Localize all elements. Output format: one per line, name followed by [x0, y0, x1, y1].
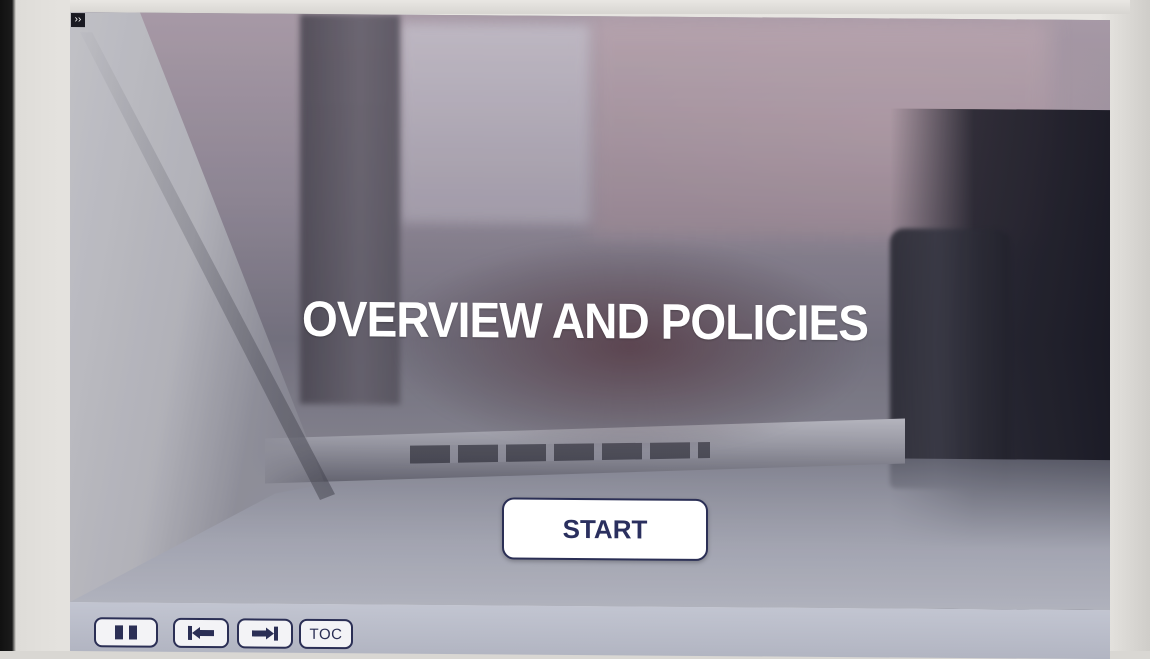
toc-button-label: TOC — [309, 625, 343, 643]
menu-toggle-button[interactable]: ›› — [71, 13, 85, 28]
player-control-bar: TOC — [70, 602, 1110, 659]
pause-icon — [115, 625, 137, 640]
skip-back-icon — [188, 625, 214, 640]
skip-forward-icon — [252, 626, 278, 641]
pause-button[interactable] — [94, 617, 158, 648]
start-button[interactable]: START — [502, 497, 708, 562]
double-chevron-right-icon: ›› — [74, 14, 82, 26]
monitor-bezel — [70, 0, 1130, 14]
slide-title: OVERVIEW AND POLICIES — [301, 290, 869, 352]
start-button-label: START — [562, 513, 648, 545]
course-slide: ›› OVERVIEW AND POLICIES START — [70, 12, 1110, 611]
previous-button[interactable] — [173, 617, 229, 649]
next-button[interactable] — [237, 618, 293, 649]
toc-button[interactable]: TOC — [299, 618, 353, 650]
